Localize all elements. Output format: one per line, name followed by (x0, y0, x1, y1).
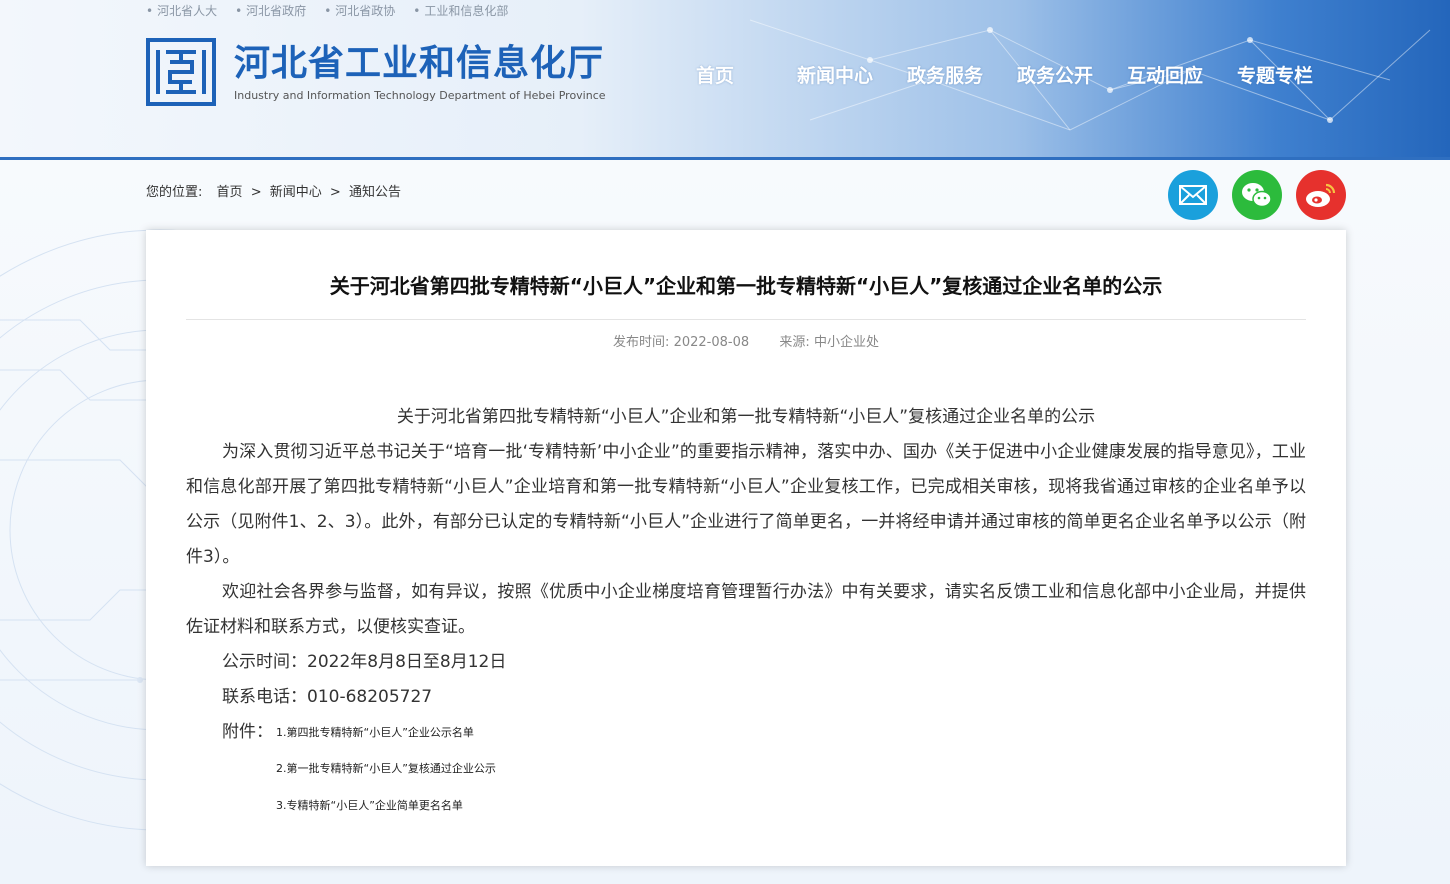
attachments-label: 附件： (222, 722, 273, 742)
weibo-icon (1306, 183, 1336, 207)
share-weibo-button[interactable] (1296, 170, 1346, 220)
nav-item-topics[interactable]: 专题专栏 (1220, 62, 1330, 90)
attachment-link-3[interactable]: 3.专精特新“小巨人”企业简单更名名单 (276, 787, 463, 824)
top-link[interactable]: 河北省政府 (235, 3, 306, 19)
article-paragraph: 欢迎社会各界参与监督，如有异议，按照《优质中小企业梯度培育管理暂行办法》中有关要… (186, 582, 1306, 637)
breadcrumb-separator: > (250, 185, 262, 200)
department-logo-icon[interactable] (146, 38, 216, 106)
article-meta: 发布时间: 2022-08-08 来源: 中小企业处 (146, 331, 1346, 350)
attachment-link-2[interactable]: 2.第一批专精特新“小巨人”复核通过企业公示 (276, 750, 496, 787)
site-header: 河北省人大 河北省政府 河北省政协 工业和信息化部 河北省工业和信息化厅 Ind… (0, 0, 1450, 160)
article-paragraph: 为深入贯彻习近平总书记关于“培育一批‘专精特新’中小企业”的重要指示精神，落实中… (186, 442, 1306, 567)
top-links: 河北省人大 河北省政府 河北省政协 工业和信息化部 (146, 3, 508, 19)
mail-icon (1179, 185, 1207, 205)
notice-period: 公示时间：2022年8月8日至8月12日 (222, 652, 507, 672)
contact-phone: 联系电话：010-68205727 (222, 687, 433, 707)
article-body: 关于河北省第四批专精特新“小巨人”企业和第一批专精特新“小巨人”复核通过企业名单… (186, 400, 1306, 824)
breadcrumb-separator: > (329, 185, 341, 200)
breadcrumb-item-notices[interactable]: 通知公告 (349, 185, 401, 200)
publish-date: 2022-08-08 (673, 335, 750, 350)
wechat-icon (1242, 183, 1272, 208)
article-subtitle: 关于河北省第四批专精特新“小巨人”企业和第一批专精特新“小巨人”复核通过企业名单… (396, 407, 1096, 427)
nav-item-disclosure[interactable]: 政务公开 (1000, 62, 1110, 90)
share-wechat-button[interactable] (1232, 170, 1282, 220)
main-nav: 首页 新闻中心 政务服务 政务公开 互动回应 专题专栏 (680, 62, 1330, 90)
top-link[interactable]: 河北省政协 (324, 3, 395, 19)
nav-item-home[interactable]: 首页 (680, 62, 750, 90)
logo-title[interactable]: 河北省工业和信息化厅 (234, 40, 604, 88)
title-divider (186, 319, 1306, 320)
header-divider (0, 157, 1450, 160)
breadcrumb-item-home[interactable]: 首页 (217, 185, 243, 200)
attachments: 附件： 1.第四批专精特新“小巨人”企业公示名单 (186, 715, 1306, 750)
source-label: 来源: (779, 335, 810, 350)
top-link[interactable]: 工业和信息化部 (413, 3, 508, 19)
nav-item-news[interactable]: 新闻中心 (780, 62, 890, 90)
nav-item-interaction[interactable]: 互动回应 (1110, 62, 1220, 90)
article-title: 关于河北省第四批专精特新“小巨人”企业和第一批专精特新“小巨人”复核通过企业名单… (329, 274, 1163, 298)
top-link[interactable]: 河北省人大 (146, 3, 217, 19)
attachment-row: 2.第一批专精特新“小巨人”复核通过企业公示 (186, 750, 1306, 787)
breadcrumb-label: 您的位置: (146, 185, 203, 200)
article-panel: 关于河北省第四批专精特新“小巨人”企业和第一批专精特新“小巨人”复核通过企业名单… (146, 230, 1346, 866)
logo-subtitle: Industry and Information Technology Depa… (234, 89, 606, 102)
share-mail-button[interactable] (1168, 170, 1218, 220)
source-value: 中小企业处 (813, 335, 879, 350)
attachment-row: 3.专精特新“小巨人”企业简单更名名单 (186, 787, 1306, 824)
breadcrumb: 您的位置: 首页 > 新闻中心 > 通知公告 (146, 181, 401, 200)
nav-item-services[interactable]: 政务服务 (890, 62, 1000, 90)
breadcrumb-item-news[interactable]: 新闻中心 (270, 185, 322, 200)
publish-label: 发布时间: (613, 335, 670, 350)
attachment-link-1[interactable]: 1.第四批专精特新“小巨人”企业公示名单 (276, 715, 474, 750)
